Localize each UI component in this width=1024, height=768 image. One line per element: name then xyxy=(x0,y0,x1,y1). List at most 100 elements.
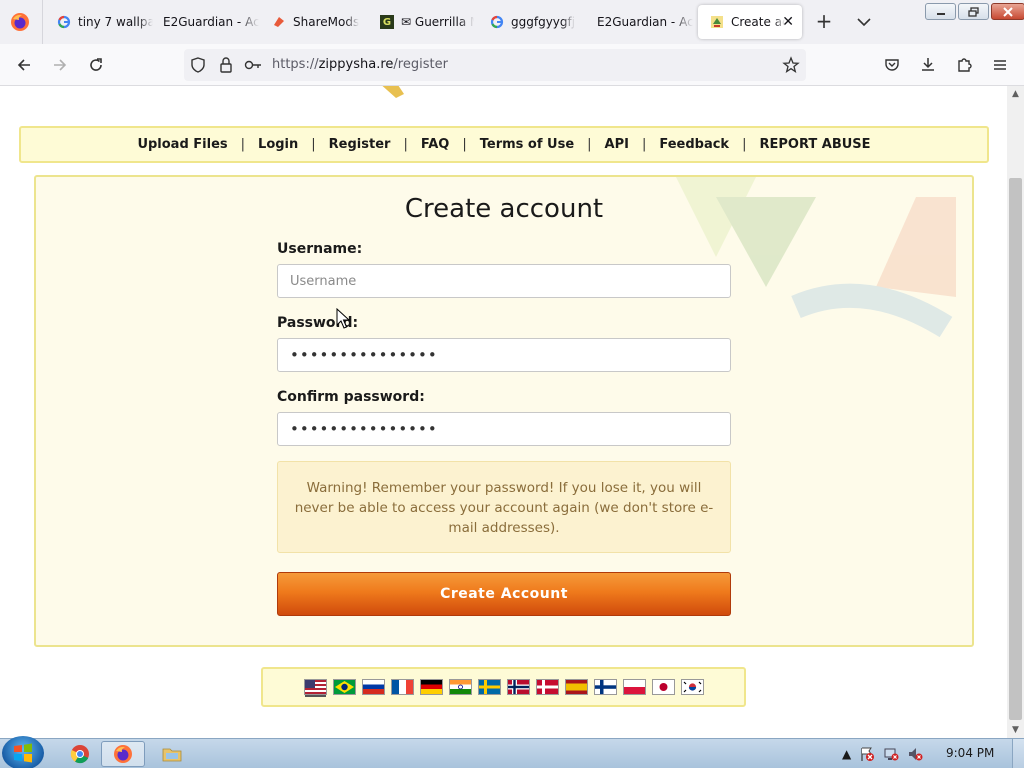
hamburger-menu-icon[interactable] xyxy=(988,53,1012,77)
taskbar-file-explorer-icon[interactable] xyxy=(150,741,194,767)
tab-separator xyxy=(42,0,43,44)
lock-icon[interactable] xyxy=(218,56,234,78)
windows-taskbar: ▲ 9:04 PM xyxy=(0,736,1024,768)
list-all-tabs-icon[interactable] xyxy=(854,12,874,32)
tab-2[interactable]: E2Guardian - Ac xyxy=(151,5,259,39)
username-input[interactable] xyxy=(277,264,731,298)
nav-separator: | xyxy=(742,137,747,152)
restore-button[interactable] xyxy=(958,3,989,20)
mail-icon: ✉ xyxy=(401,15,412,29)
tab-5[interactable]: gggfgyygfj xyxy=(478,5,586,39)
close-tab-icon[interactable]: ✕ xyxy=(782,14,794,30)
nav-report-abuse[interactable]: REPORT ABUSE xyxy=(759,137,870,152)
show-hidden-icons-icon[interactable]: ▲ xyxy=(842,747,851,761)
tab-title: ShareMods xyxy=(293,15,360,29)
guerrilla-mail-icon: G xyxy=(380,15,394,29)
web-page: Upload Files | Login | Register | FAQ | Term… xyxy=(0,86,1007,738)
taskbar-clock[interactable]: 9:04 PM xyxy=(946,746,994,760)
taskbar-firefox-icon[interactable] xyxy=(101,741,145,767)
scroll-down-arrow-icon[interactable]: ▼ xyxy=(1007,722,1024,738)
show-desktop-button[interactable] xyxy=(1012,739,1024,768)
scroll-up-arrow-icon[interactable]: ▲ xyxy=(1007,86,1024,102)
nav-api[interactable]: API xyxy=(605,137,629,152)
extensions-puzzle-icon[interactable] xyxy=(952,53,976,77)
network-icon[interactable] xyxy=(883,746,899,762)
action-center-flag-icon[interactable] xyxy=(859,746,875,762)
volume-icon[interactable] xyxy=(907,746,923,762)
flag-finnish-icon[interactable] xyxy=(593,679,617,695)
nav-separator: | xyxy=(240,137,246,152)
flag-japanese-icon[interactable] xyxy=(651,679,675,695)
flag-norwegian-icon[interactable] xyxy=(506,679,530,695)
nav-faq[interactable]: FAQ xyxy=(421,137,450,152)
scrollbar-thumb[interactable] xyxy=(1009,178,1022,720)
tab-title: E2Guardian - Ac xyxy=(597,15,693,29)
nav-feedback[interactable]: Feedback xyxy=(659,137,729,152)
tab-3[interactable]: ShareMods xyxy=(260,5,366,39)
tab-4[interactable]: G ✉ Guerrilla M xyxy=(368,5,474,39)
firefox-menu-icon[interactable] xyxy=(8,10,32,34)
pocket-icon[interactable] xyxy=(880,53,904,77)
confirm-password-input[interactable] xyxy=(277,412,731,446)
flag-french-icon[interactable] xyxy=(390,679,414,695)
page-scrollbar[interactable]: ▲ ▼ xyxy=(1007,86,1024,738)
nav-separator: | xyxy=(587,137,592,152)
tab-6[interactable]: E2Guardian - Ac xyxy=(585,5,693,39)
url-text[interactable]: https://zippysha.re/register xyxy=(272,57,448,72)
flag-korean-icon[interactable] xyxy=(680,679,704,695)
confirm-password-label: Confirm password: xyxy=(277,389,425,405)
taskbar-chrome-icon[interactable] xyxy=(58,741,102,767)
back-arrow-icon[interactable] xyxy=(12,53,36,77)
google-icon xyxy=(57,15,71,29)
google-icon xyxy=(490,15,504,29)
site-permissions-key-icon[interactable] xyxy=(244,56,264,78)
flag-danish-icon[interactable] xyxy=(535,679,559,695)
windows-logo-icon xyxy=(14,743,32,763)
username-label: Username: xyxy=(277,241,363,257)
tracking-shield-icon[interactable] xyxy=(189,56,207,78)
tab-title: E2Guardian - Ac xyxy=(163,15,259,29)
password-input[interactable] xyxy=(277,338,731,372)
password-warning-alert: Warning! Remember your password! If you … xyxy=(277,461,731,553)
flag-spanish-icon[interactable] xyxy=(564,679,588,695)
nav-separator: | xyxy=(311,137,316,152)
create-account-button[interactable]: Create Account xyxy=(277,572,731,616)
forward-arrow-icon[interactable] xyxy=(48,53,72,77)
flag-hindi-icon[interactable] xyxy=(448,679,472,695)
start-button[interactable] xyxy=(2,736,44,768)
page-title: Create account xyxy=(404,194,604,224)
flag-russian-icon[interactable] xyxy=(361,679,385,695)
nav-upload-files[interactable]: Upload Files xyxy=(137,137,227,152)
zippyshare-logo[interactable] xyxy=(376,86,644,98)
nav-separator: | xyxy=(462,137,467,152)
sharemods-icon xyxy=(272,15,286,29)
minimize-button[interactable] xyxy=(925,3,956,20)
url-bar[interactable]: https://zippysha.re/register xyxy=(184,49,806,81)
reload-icon[interactable] xyxy=(84,53,108,77)
tab-title: Create ac xyxy=(731,15,785,29)
nav-register[interactable]: Register xyxy=(329,137,391,152)
downloads-icon[interactable] xyxy=(916,53,940,77)
flag-portuguese-br-icon[interactable] xyxy=(332,679,356,695)
mouse-cursor-icon xyxy=(336,308,350,329)
flag-german-icon[interactable] xyxy=(419,679,443,695)
nav-login[interactable]: Login xyxy=(258,137,298,152)
new-tab-button[interactable]: + xyxy=(814,10,834,34)
create-account-panel: Create account Username: Password: Confi… xyxy=(34,175,974,647)
system-tray: ▲ xyxy=(842,739,923,768)
flag-swedish-icon[interactable] xyxy=(477,679,501,695)
flag-english-icon[interactable] xyxy=(303,679,327,695)
tab-1[interactable]: tiny 7 wallpa xyxy=(45,5,153,39)
zippyshare-icon xyxy=(710,15,724,29)
tab-7-active[interactable]: Create ac ✕ xyxy=(698,5,802,39)
nav-separator: | xyxy=(641,137,647,152)
browser-nav-bar: https://zippysha.re/register xyxy=(0,44,1024,86)
bookmark-star-icon[interactable] xyxy=(782,56,800,78)
close-window-button[interactable] xyxy=(991,3,1024,20)
nav-separator: | xyxy=(403,137,408,152)
tab-title: ✉ Guerrilla M xyxy=(401,15,474,29)
site-nav-bar: Upload Files | Login | Register | FAQ | Term… xyxy=(19,126,989,163)
nav-terms-of-use[interactable]: Terms of Use xyxy=(480,137,574,152)
flag-polish-icon[interactable] xyxy=(622,679,646,695)
tab-title: tiny 7 wallpa xyxy=(78,15,153,29)
